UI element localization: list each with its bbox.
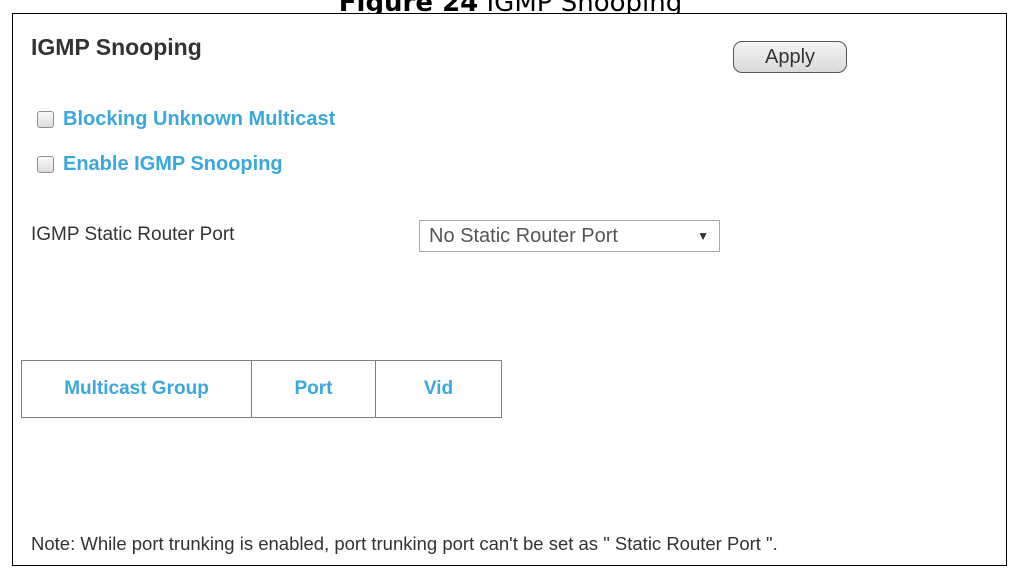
enable-igmp-snooping-checkbox[interactable] <box>37 156 54 173</box>
page-title: IGMP Snooping <box>31 34 202 60</box>
static-router-port-select[interactable]: No Static Router Port ▼ <box>419 220 720 252</box>
enable-igmp-snooping-option[interactable]: Enable IGMP Snooping <box>37 153 283 176</box>
static-router-port-value: No Static Router Port <box>429 224 618 247</box>
dropdown-arrow-icon: ▼ <box>697 229 709 243</box>
multicast-group-table: Multicast Group Port Vid <box>21 360 502 418</box>
static-router-port-label: IGMP Static Router Port <box>31 224 235 245</box>
column-header-vid: Vid <box>375 360 502 418</box>
blocking-unknown-multicast-checkbox[interactable] <box>37 111 54 128</box>
table-header-row: Multicast Group Port Vid <box>21 360 502 418</box>
column-header-port: Port <box>251 360 376 418</box>
enable-igmp-snooping-label[interactable]: Enable IGMP Snooping <box>63 153 283 176</box>
trunking-note: Note: While port trunking is enabled, po… <box>31 533 778 554</box>
apply-button[interactable]: Apply <box>733 41 847 73</box>
igmp-snooping-panel: IGMP Snooping Apply Blocking Unknown Mul… <box>12 13 1007 566</box>
column-header-multicast-group: Multicast Group <box>21 360 252 418</box>
blocking-unknown-multicast-label[interactable]: Blocking Unknown Multicast <box>63 108 335 131</box>
blocking-unknown-multicast-option[interactable]: Blocking Unknown Multicast <box>37 108 335 131</box>
